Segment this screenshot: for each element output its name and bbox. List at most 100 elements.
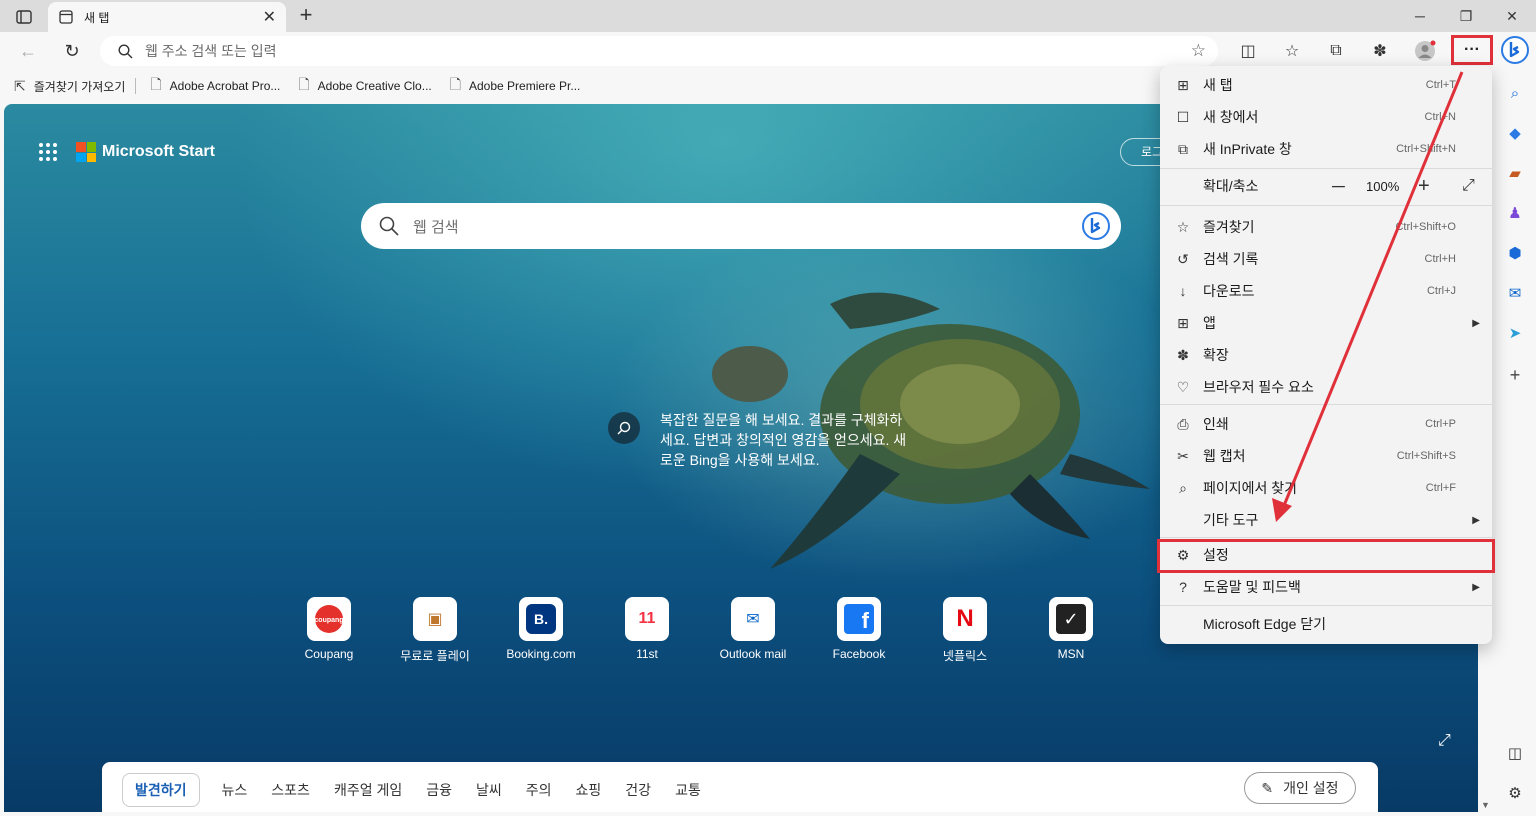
close-window-button[interactable]: ✕ <box>1492 4 1532 28</box>
zoom-in-button[interactable]: + <box>1418 175 1430 198</box>
import-favorites-link[interactable]: ⇱ 즐겨찾기 가져오기 <box>14 78 125 95</box>
menu-shortcut: Ctrl+P <box>1425 418 1456 430</box>
sidebar-search-icon[interactable]: ⌕ <box>1504 82 1526 104</box>
zoom-out-button[interactable]: ─ <box>1332 176 1345 197</box>
microsoft-start-brand[interactable]: Microsoft Start <box>38 142 215 162</box>
back-button[interactable]: ← <box>16 39 40 63</box>
feed-tab-sports[interactable]: 스포츠 <box>271 780 310 800</box>
quick-link-booking[interactable]: B. Booking.com <box>488 597 594 664</box>
quick-link-msn[interactable]: ✓ MSN <box>1018 597 1124 664</box>
favorite-star-icon[interactable]: ☆ <box>1191 41 1206 61</box>
sidebar-hide-icon[interactable]: ◫ <box>1504 742 1526 764</box>
menu-item-find-on-page[interactable]: ⌕ 페이지에서 찾기 Ctrl+F <box>1160 473 1492 503</box>
refresh-button[interactable]: ↻ <box>60 39 84 63</box>
menu-item-new-tab[interactable]: ⊞ 새 탭 Ctrl+T <box>1160 70 1492 100</box>
coupang-icon: coupang <box>307 597 351 641</box>
feed-tab-finance[interactable]: 금융 <box>426 780 452 800</box>
menu-item-web-capture[interactable]: ✂ 웹 캡처 Ctrl+Shift+S <box>1160 441 1492 471</box>
apps-icon: ⊞ <box>1177 314 1189 331</box>
sidebar-settings-icon[interactable]: ⚙ <box>1504 782 1526 804</box>
sidebar-shopping-icon[interactable]: ◆ <box>1504 122 1526 144</box>
menu-shortcut: Ctrl+Shift+S <box>1396 450 1456 462</box>
quick-link-11st[interactable]: 11 11st <box>594 597 700 664</box>
quick-link-netflix[interactable]: N 넷플릭스 <box>912 597 1018 664</box>
fav-creative-cloud[interactable]: 🗋 Adobe Creative Clo... <box>298 74 431 98</box>
scroll-down-arrow-icon[interactable]: ▼ <box>1481 800 1490 810</box>
bing-copilot-icon[interactable] <box>1500 35 1530 65</box>
menu-item-apps[interactable]: ⊞ 앱 ▶ <box>1160 308 1492 338</box>
menu-label: 브라우저 필수 요소 <box>1203 379 1314 395</box>
bing-promo[interactable]: 복잡한 질문을 해 보세요. 결과를 구체화하세요. 답변과 창의적인 영감을 … <box>608 410 910 470</box>
menu-item-more-tools[interactable]: 기타 도구 ▶ <box>1160 505 1492 535</box>
feed-tab-casual-games[interactable]: 캐주얼 게임 <box>334 780 402 800</box>
heart-pulse-icon: ♡ <box>1176 378 1190 395</box>
feed-tab-weather[interactable]: 날씨 <box>476 780 502 800</box>
import-icon: ⇱ <box>14 77 26 94</box>
tab-actions-icon[interactable] <box>10 6 38 28</box>
restore-button[interactable]: ❐ <box>1446 4 1486 28</box>
fav-acrobat[interactable]: 🗋 Adobe Acrobat Pro... <box>150 74 280 98</box>
quick-link-label: Outlook mail <box>719 647 787 661</box>
tab-close-icon[interactable]: ✕ <box>263 7 276 27</box>
close-edge-icon <box>1174 615 1192 633</box>
feed-tab-traffic[interactable]: 교통 <box>675 780 701 800</box>
feed-tab-shopping[interactable]: 쇼핑 <box>576 780 602 800</box>
menu-item-favorites[interactable]: ☆ 즐겨찾기 Ctrl+Shift+O <box>1160 212 1492 242</box>
personalize-label: 개인 설정 <box>1283 780 1339 796</box>
chevron-right-icon: ▶ <box>1472 317 1480 329</box>
fullscreen-icon[interactable]: ⤢ <box>1462 177 1475 195</box>
search-placeholder: 웹 검색 <box>413 218 459 236</box>
expand-icon[interactable]: ⤢ <box>1438 732 1451 750</box>
menu-item-close-edge[interactable]: Microsoft Edge 닫기 <box>1160 609 1492 639</box>
profile-avatar[interactable] <box>1413 39 1437 63</box>
bing-chat-icon[interactable] <box>1081 211 1111 241</box>
sidebar-games-icon[interactable]: ♟ <box>1504 202 1526 224</box>
menu-item-history[interactable]: ↺ 검색 기록 Ctrl+H <box>1160 244 1492 274</box>
menu-item-print[interactable]: ⎙ 인쇄 Ctrl+P <box>1160 409 1492 439</box>
feed-tab-watch[interactable]: 주의 <box>526 780 552 800</box>
quick-link-label: Coupang <box>304 647 354 661</box>
sidebar-outlook-icon[interactable]: ✉ <box>1504 282 1526 304</box>
page-icon: 🗋 <box>298 76 310 92</box>
menu-item-extensions[interactable]: ✽ 확장 <box>1160 340 1492 370</box>
quick-link-free-games[interactable]: ▣ 무료로 플레이 <box>382 597 488 664</box>
menu-zoom-row: 확대/축소 ─ 100% + ⤢ <box>1160 170 1492 202</box>
menu-label: 웹 캡처 <box>1203 448 1246 464</box>
fav-label: 즐겨찾기 가져오기 <box>33 79 126 94</box>
minimize-button[interactable]: ─ <box>1400 4 1440 28</box>
web-search-input[interactable]: 웹 검색 <box>361 203 1121 249</box>
menu-item-inprivate[interactable]: ⧉ 새 InPrivate 창 Ctrl+Shift+N <box>1160 134 1492 164</box>
feed-tab-health[interactable]: 건강 <box>625 780 651 800</box>
feed-tab-discover[interactable]: 발견하기 <box>122 773 200 807</box>
sidebar-add-icon[interactable]: + <box>1504 364 1526 386</box>
sidebar-tools-icon[interactable]: ▰ <box>1504 162 1526 184</box>
menu-item-new-window[interactable]: ☐ 새 창에서 Ctrl+N <box>1160 102 1492 132</box>
menu-label: 기타 도구 <box>1203 512 1259 528</box>
menu-shortcut: Ctrl+J <box>1426 285 1456 297</box>
new-tab-button[interactable]: + <box>294 4 318 28</box>
split-screen-icon[interactable]: ◫ <box>1236 39 1260 63</box>
sidebar-office-icon[interactable]: ⬢ <box>1504 242 1526 264</box>
tab-new-tab[interactable]: 새 탭 ✕ <box>48 2 286 32</box>
app-launcher-icon[interactable] <box>38 142 58 162</box>
favorites-icon[interactable]: ☆ <box>1280 39 1304 63</box>
fav-premiere[interactable]: 🗋 Adobe Premiere Pr... <box>450 74 581 98</box>
menu-item-browser-essentials[interactable]: ♡ 브라우저 필수 요소 <box>1160 372 1492 402</box>
quick-link-facebook[interactable]: f Facebook <box>806 597 912 664</box>
personalize-button[interactable]: ✎ 개인 설정 <box>1244 772 1356 804</box>
fav-label: Adobe Premiere Pr... <box>469 79 581 93</box>
feed-tab-news[interactable]: 뉴스 <box>222 780 248 800</box>
quick-link-outlook[interactable]: ✉ Outlook mail <box>700 597 806 664</box>
sidebar-drop-icon[interactable]: ➤ <box>1504 322 1526 344</box>
url-input[interactable]: 웹 주소 검색 또는 입력 ☆ <box>100 36 1218 66</box>
divider <box>135 78 137 94</box>
menu-label: 인쇄 <box>1203 416 1229 432</box>
menu-item-downloads[interactable]: ↓ 다운로드 Ctrl+J <box>1160 276 1492 306</box>
extensions-icon[interactable]: ✽ <box>1368 39 1392 63</box>
settings-and-more-button[interactable]: ··· <box>1451 35 1493 65</box>
menu-item-help-feedback[interactable]: ? 도움말 및 피드백 ▶ <box>1160 572 1492 602</box>
quick-link-coupang[interactable]: coupang Coupang <box>276 597 382 664</box>
svg-text:coupang: coupang <box>314 617 343 624</box>
collections-icon[interactable]: ⧉ <box>1324 39 1348 63</box>
menu-shortcut: Ctrl+Shift+O <box>1395 221 1456 233</box>
